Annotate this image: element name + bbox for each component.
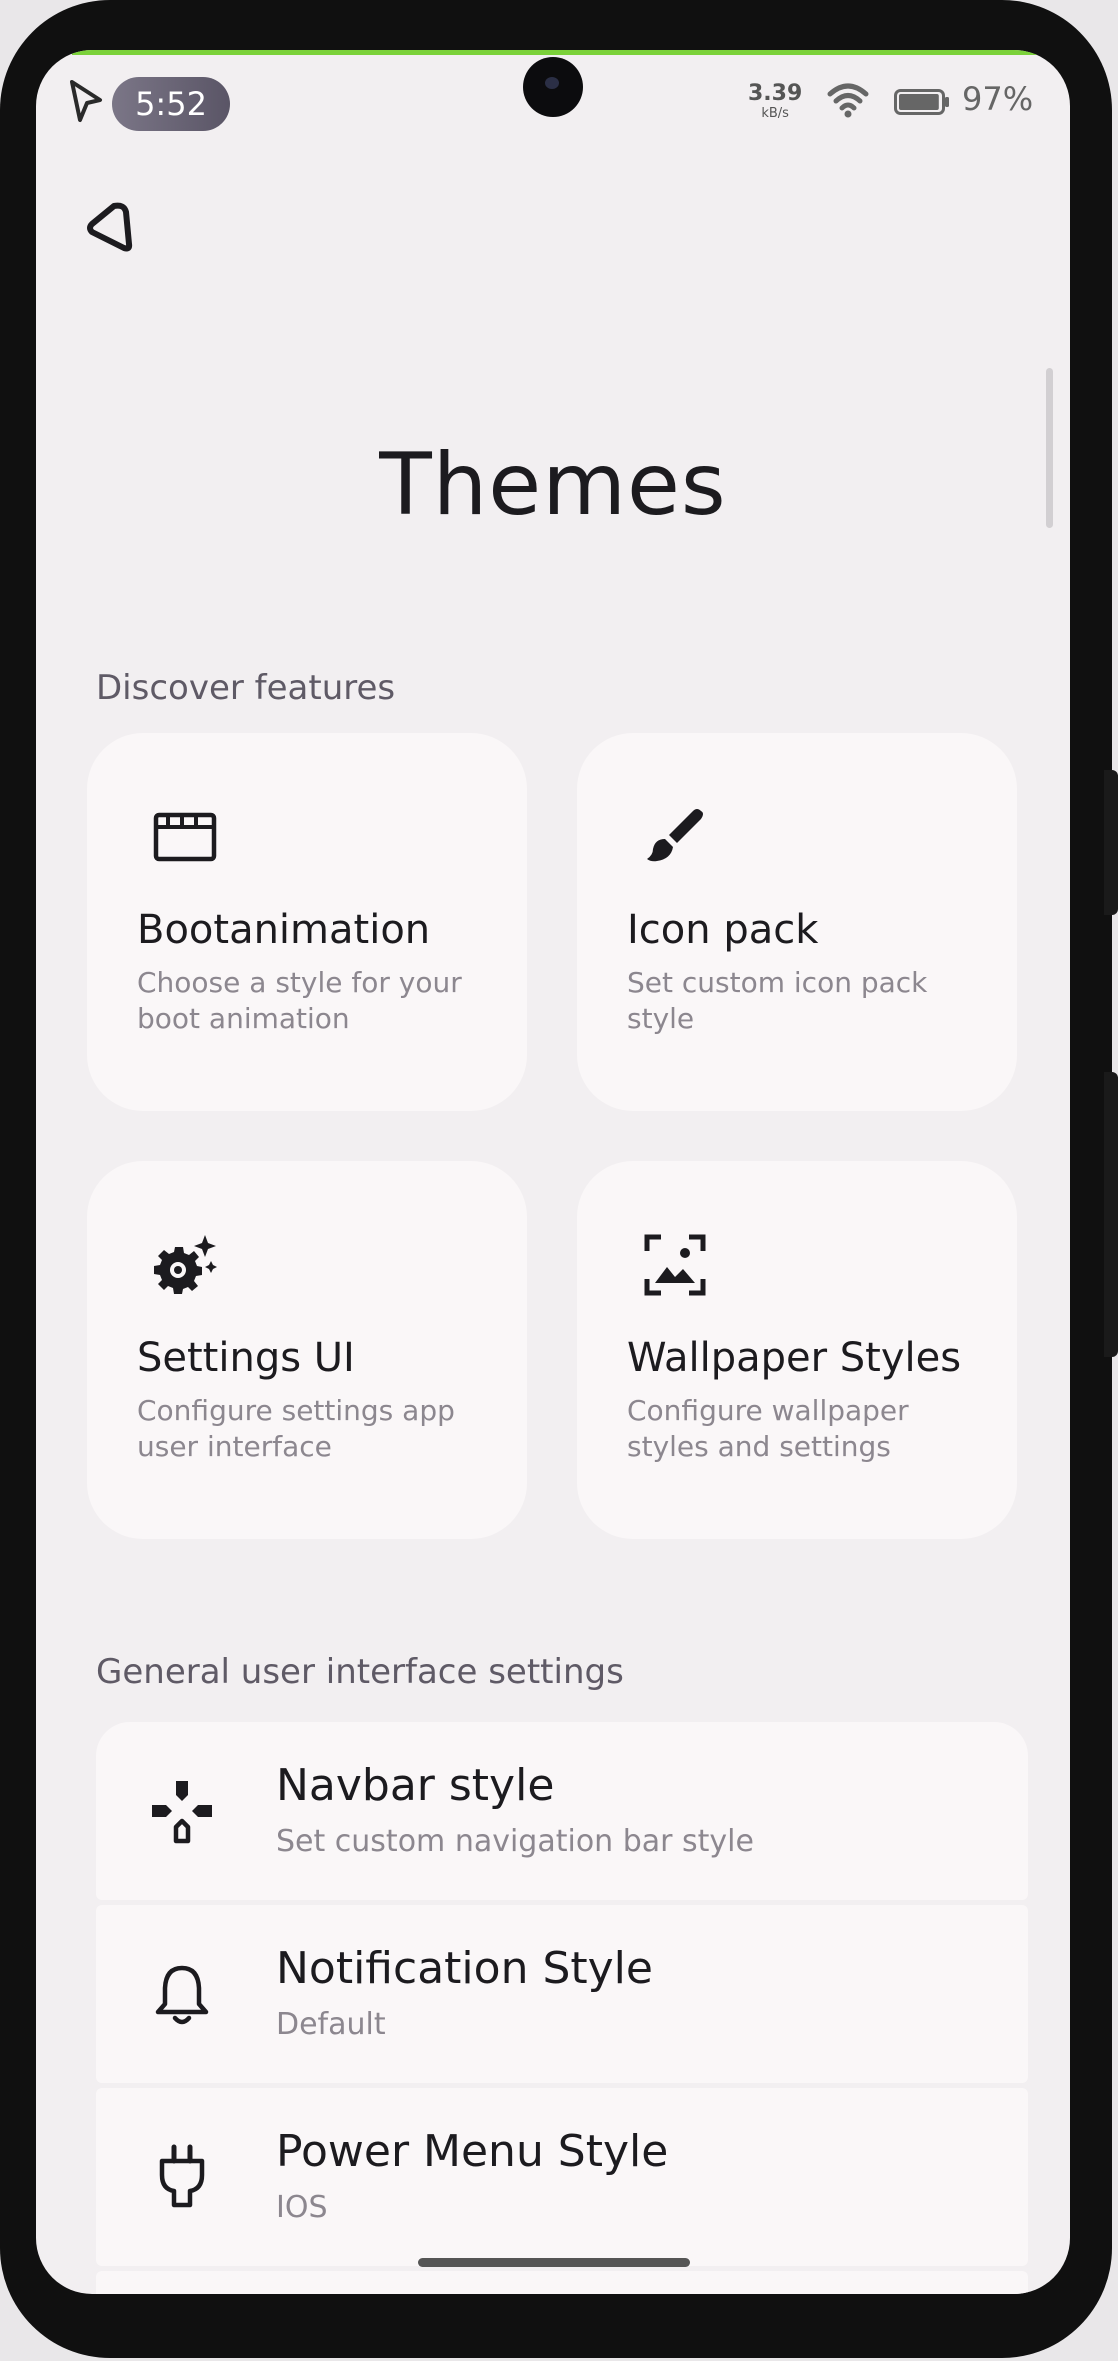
network-speed: 3.39 kB/s: [748, 81, 803, 124]
status-time: 5:52: [112, 77, 230, 131]
volume-button: [1104, 1072, 1118, 1357]
card-subtitle: Choose a style for your boot animation: [137, 966, 462, 1035]
card-title: Icon pack: [627, 907, 819, 953]
paintbrush-icon: [647, 809, 703, 862]
network-speed-unit: kB/s: [761, 106, 789, 121]
card-subtitle: Configure wallpaper styles and settings: [627, 1394, 909, 1463]
back-arrow-icon[interactable]: [78, 198, 138, 258]
front-camera: [523, 57, 583, 117]
card-wallpaper-styles[interactable]: Wallpaper Styles Configure wallpaper sty…: [577, 1161, 1017, 1539]
page-title: Themes: [379, 435, 727, 535]
list-item-subtitle: IOS: [276, 2190, 328, 2225]
bell-icon: [155, 1965, 209, 2025]
list-item-partial[interactable]: [96, 2271, 1028, 2294]
list-item-subtitle: Default: [276, 2007, 386, 2042]
list-item-power-menu-style[interactable]: Power Menu Style IOS: [96, 2088, 1028, 2266]
card-title: Bootanimation: [137, 907, 431, 953]
card-subtitle: Configure settings app user interface: [137, 1394, 455, 1463]
battery-percent: 97%: [962, 80, 1034, 118]
wifi-icon: [827, 83, 869, 118]
cursor-icon: [70, 80, 102, 122]
network-speed-value: 3.39: [748, 81, 803, 106]
card-settings-ui[interactable]: Settings UI Configure settings app user …: [87, 1161, 527, 1539]
list-item-title: Power Menu Style: [276, 2126, 669, 2177]
power-button: [1104, 770, 1118, 915]
gamepad-icon: [152, 1781, 212, 1844]
clapperboard-icon: [153, 812, 217, 862]
list-item-subtitle: Set custom navigation bar style: [276, 1824, 754, 1859]
section-label-discover: Discover features: [96, 668, 396, 708]
wallpaper-icon: [644, 1234, 706, 1296]
card-title: Settings UI: [137, 1335, 355, 1381]
plug-icon: [159, 2144, 205, 2208]
card-title: Wallpaper Styles: [627, 1335, 962, 1381]
list-item-title: Notification Style: [276, 1943, 653, 1994]
section-label-general: General user interface settings: [96, 1652, 624, 1692]
screen: 5:52 3.39 kB/s 97% Themes Discover featu…: [36, 50, 1070, 2294]
progress-line: [72, 50, 1042, 55]
list-item-navbar-style[interactable]: Navbar style Set custom navigation bar s…: [96, 1722, 1028, 1900]
card-subtitle: Set custom icon pack style: [627, 966, 928, 1035]
battery-icon: [894, 89, 949, 115]
list-item-title: Navbar style: [276, 1760, 555, 1811]
list-item-notification-style[interactable]: Notification Style Default: [96, 1905, 1028, 2083]
home-indicator[interactable]: [418, 2258, 690, 2267]
gear-sparkle-icon: [154, 1235, 217, 1294]
card-bootanimation[interactable]: Bootanimation Choose a style for your bo…: [87, 733, 527, 1111]
card-icon-pack[interactable]: Icon pack Set custom icon pack style: [577, 733, 1017, 1111]
